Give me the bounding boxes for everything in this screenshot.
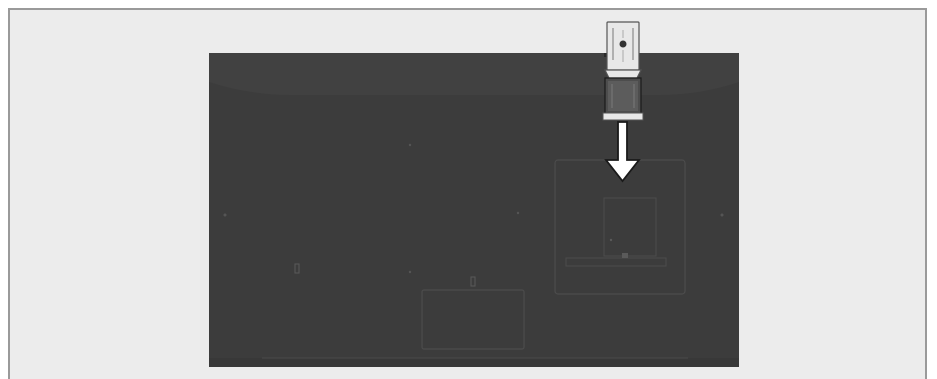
tv-ci-module-insertion-diagram xyxy=(209,21,739,367)
tv-back-panel xyxy=(209,53,739,367)
ci-module xyxy=(602,21,644,121)
